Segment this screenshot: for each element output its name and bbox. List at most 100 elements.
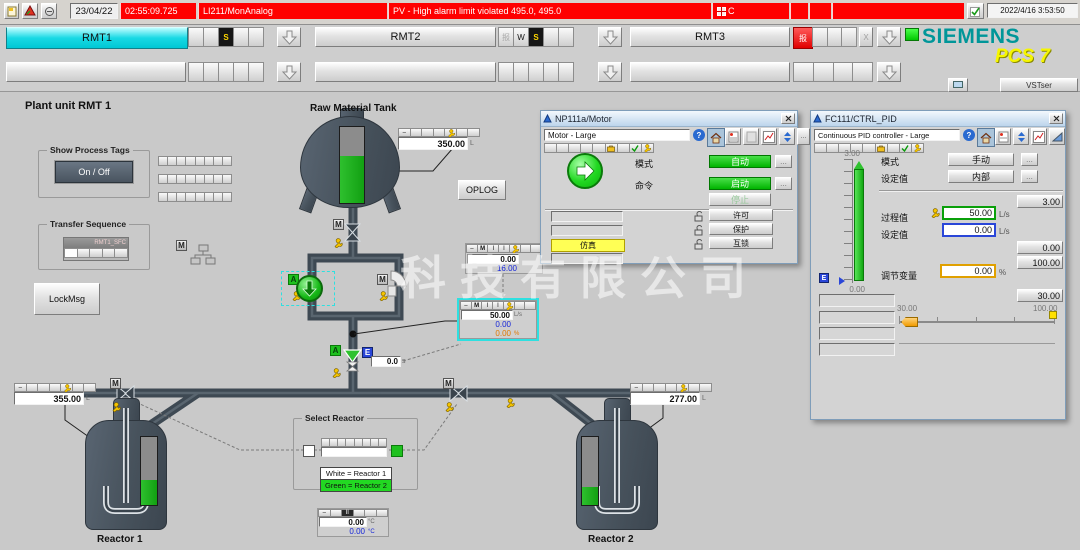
ack-visible-button[interactable] [967, 3, 984, 19]
nav-rmt3-x-cell[interactable]: X [859, 27, 873, 47]
logged-user-field[interactable]: VSTser [1000, 78, 1078, 92]
memo-view-button[interactable]: ... [797, 128, 810, 145]
m-letter: M [379, 275, 386, 284]
protect-button[interactable]: 保护 [709, 223, 773, 235]
nav-spare1-button[interactable] [6, 62, 186, 82]
user-settings-button[interactable] [948, 78, 968, 92]
permit-button[interactable]: 许可 [709, 209, 773, 221]
nav-spare1-expand-button[interactable] [277, 62, 301, 82]
sp-low-limit-field[interactable]: 0.00 [1017, 241, 1063, 254]
nav-rmt1-button[interactable]: RMT1 [6, 27, 188, 49]
valve-dosing[interactable] [344, 350, 361, 371]
sp-field[interactable]: 0.00 [942, 223, 996, 237]
pid-toolbar-cells[interactable] [814, 143, 924, 153]
nav-spare1-cells[interactable] [188, 62, 264, 82]
nav-spare3-cells[interactable] [793, 62, 873, 82]
pump-circulation[interactable] [296, 275, 323, 302]
tank-level-display[interactable]: – 350.00 L [398, 128, 480, 150]
reactor2-value: 277.00 [669, 394, 697, 404]
out-high-limit-field[interactable]: 100.00 [1017, 256, 1063, 269]
reactor-select-widget[interactable] [321, 438, 387, 457]
alarm-message[interactable]: PV - High alarm limit violated 495.0, 49… [388, 3, 711, 19]
message-view-button[interactable] [725, 128, 741, 145]
network-topology-icon[interactable] [190, 244, 216, 266]
slider-handle[interactable] [901, 317, 918, 327]
nav-rmt2-label: RMT2 [391, 31, 421, 43]
nav-spare2-button[interactable] [315, 62, 496, 82]
nav-rmt3-status-cells[interactable] [812, 27, 857, 47]
valve-tank-outlet[interactable] [345, 224, 360, 241]
nav-rmt3-alarm-cell[interactable]: 报 [793, 27, 813, 49]
reactor2-level-display[interactable]: – 277.00 L [630, 383, 712, 405]
mute-button[interactable] [41, 3, 57, 19]
ack-alarm-button[interactable] [22, 3, 38, 19]
valve-loop-right[interactable] [388, 271, 406, 296]
nav-spare3-button[interactable] [630, 62, 790, 82]
home-view-button[interactable] [707, 128, 725, 147]
motor-mode-button[interactable]: 自动 [709, 155, 771, 168]
out-low-limit-field[interactable]: 30.00 [1017, 289, 1063, 302]
sfc-widget[interactable]: RMT1_SFC [63, 237, 129, 261]
pid-faceplate-titlebar[interactable]: FC111/CTRL_PID [811, 111, 1065, 127]
nav-rmt2-expand-button[interactable] [598, 27, 622, 47]
timer-display[interactable]: 0.0 s [371, 356, 406, 367]
temperature-display[interactable]: – II 0.00 °C 0.00 °C [317, 508, 389, 537]
motor-view-selector[interactable]: Motor - Large [544, 129, 690, 141]
motor-display[interactable]: – M I I 0.00 16.00 [465, 243, 543, 274]
open-lock-icon-1 [693, 210, 705, 222]
nav-spare2-expand-button[interactable] [598, 62, 622, 82]
home-view-button[interactable] [977, 128, 995, 147]
lockmsg-button[interactable]: LockMsg [34, 283, 100, 315]
reactor1-select-square[interactable] [303, 445, 315, 457]
reactor2-select-square[interactable] [391, 445, 403, 457]
pid-mode-more-button[interactable]: ... [1021, 153, 1038, 166]
motor-start-button[interactable]: 启动 [709, 177, 771, 190]
out-high-limit-value: 100.00 [1032, 258, 1060, 268]
pid-spsrc-more-button[interactable]: ... [1021, 170, 1038, 183]
pid-spsrc-button[interactable]: 内部 [948, 170, 1014, 183]
nav-rmt1-status-cells[interactable]: S [188, 27, 264, 47]
batch-view-button[interactable] [743, 128, 759, 145]
alarm-source-tag[interactable]: LI211/MonAnalog [198, 3, 387, 19]
simulation-button[interactable]: 仿真 [551, 239, 625, 252]
reactor1-level-display[interactable]: – 355.00 L [14, 383, 96, 405]
on-off-button[interactable]: On / Off [55, 161, 133, 183]
motor-cmd-more-button[interactable]: ... [775, 177, 792, 190]
new-alarm-button[interactable] [4, 3, 19, 19]
limits-view-button[interactable] [779, 128, 795, 145]
briefcase-icon [607, 145, 615, 152]
nav-rmt1-expand-button[interactable] [277, 27, 301, 47]
motor-mode-more-button[interactable]: ... [775, 155, 792, 168]
close-button[interactable] [781, 113, 795, 124]
trend-view-button[interactable] [1031, 128, 1047, 145]
mv-field: 0.00 [940, 264, 996, 278]
limits-view-button[interactable] [1013, 128, 1029, 145]
flow-display[interactable]: – M I I 50.00 L/s 0.00 0.00 % [459, 300, 537, 339]
motor-state-indicator [567, 153, 603, 189]
pid-view-selector[interactable]: Continuous PID controller - Large [814, 129, 960, 141]
message-view-button[interactable] [995, 128, 1011, 145]
pid-mode-button[interactable]: 手动 [948, 153, 1014, 166]
help-button[interactable]: ? [693, 129, 705, 141]
nav-rmt3-expand-button[interactable] [877, 27, 901, 47]
nav-spare2-cells[interactable] [498, 62, 574, 82]
mode-label-text: 模式 [635, 159, 653, 169]
motor-toolbar-cells[interactable] [544, 143, 654, 153]
nav-rmt3-button[interactable]: RMT3 [630, 27, 790, 47]
help-button[interactable]: ? [963, 129, 975, 141]
output-slider-track[interactable] [899, 321, 1055, 323]
ii-cell: II [346, 510, 349, 516]
trend-view-button[interactable] [761, 128, 777, 145]
close-button[interactable] [1049, 113, 1063, 124]
system-clock: 2022/4/16 3:53:50 [987, 3, 1078, 18]
nav-rmt2-status-cells[interactable]: 报 W S [498, 27, 574, 47]
motor-stop-button[interactable]: 停止 [709, 193, 771, 206]
nav-rmt2-button[interactable]: RMT2 [315, 27, 496, 47]
sp-high-limit-field[interactable]: 3.00 [1017, 195, 1063, 208]
interlock-button[interactable]: 互锁 [709, 237, 773, 249]
reactor2-text: Reactor 2 [588, 534, 634, 545]
nav-spare3-expand-button[interactable] [877, 62, 901, 82]
ramp-view-button[interactable] [1049, 128, 1065, 145]
motor-faceplate-titlebar[interactable]: NP111a/Motor [541, 111, 797, 127]
oplog-button[interactable]: OPLOG [458, 180, 506, 200]
